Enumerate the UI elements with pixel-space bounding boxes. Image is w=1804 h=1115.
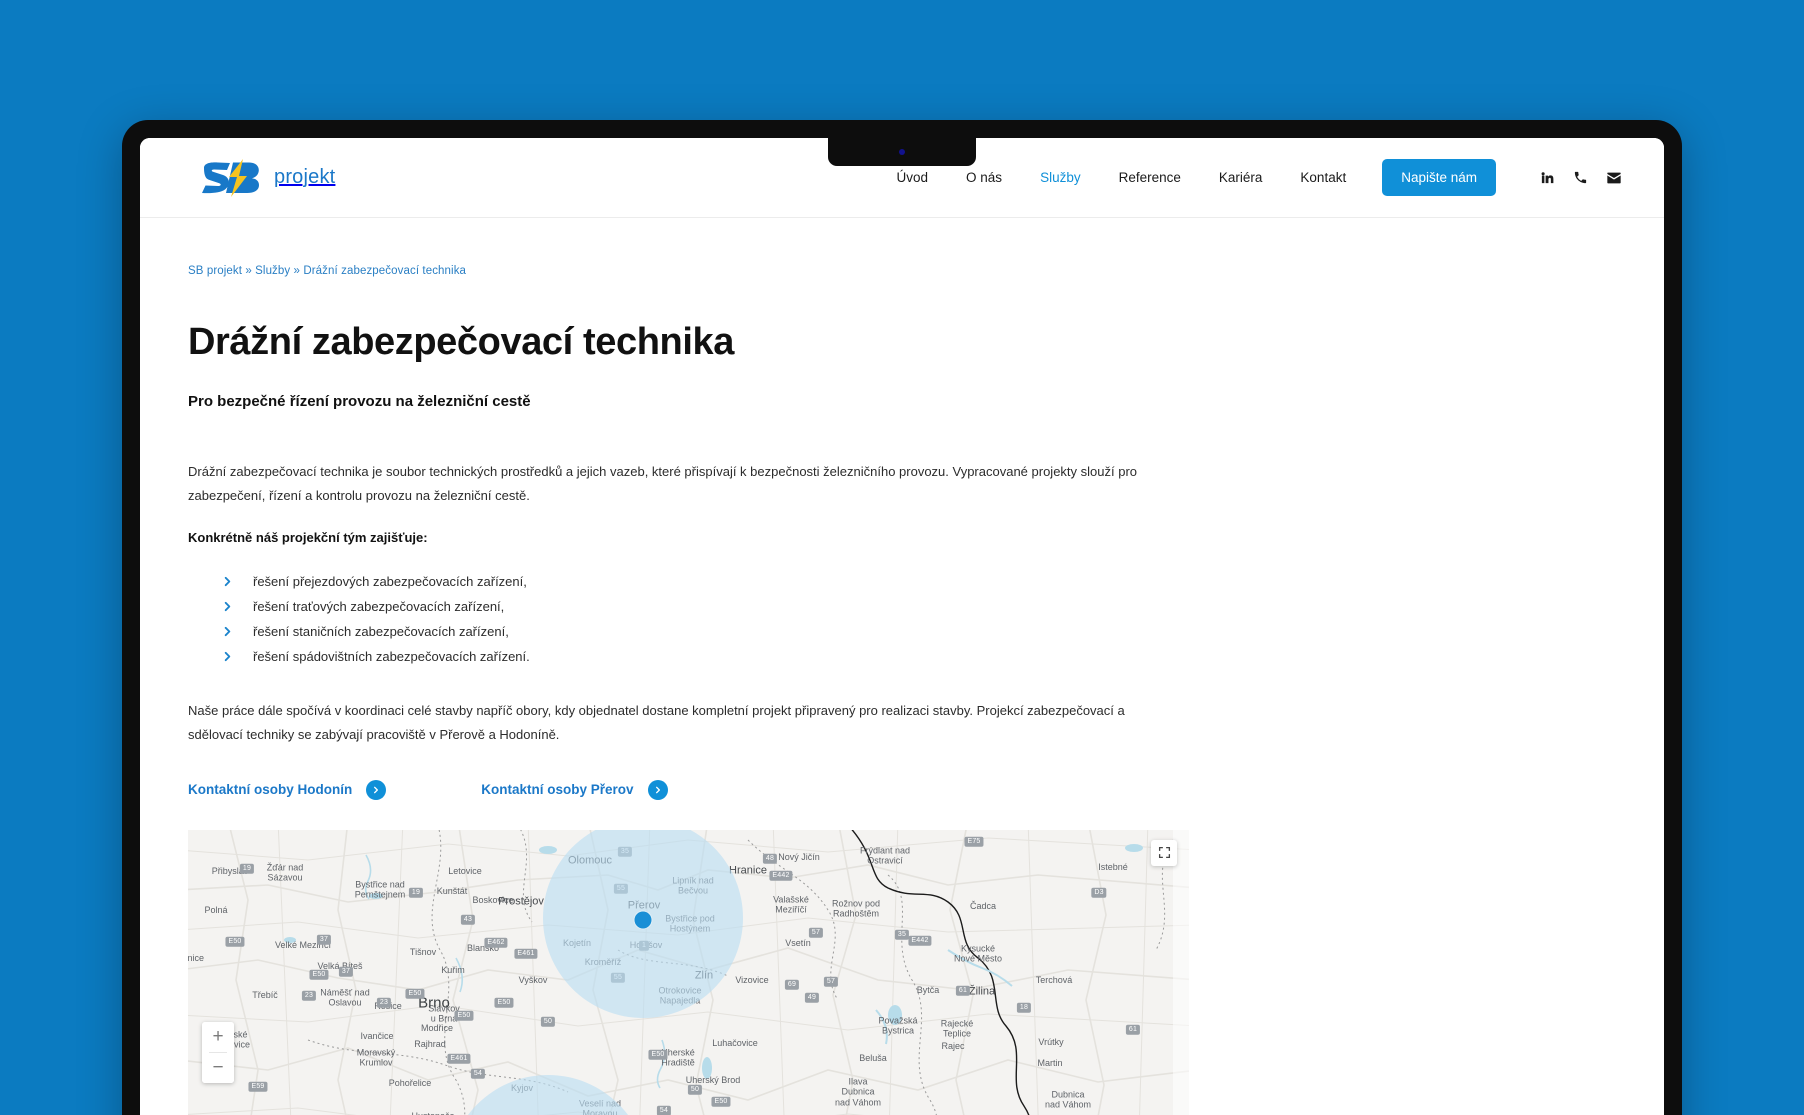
map-road-shield: E462 <box>484 937 508 949</box>
map-road-shield: E50 <box>309 969 329 981</box>
map-road-shield: 18 <box>1016 1002 1032 1014</box>
list-item: řešení přejezdových zabezpečovacích zaří… <box>222 569 1198 594</box>
map-road-shield: E442 <box>769 870 793 882</box>
map-road-shield: 48 <box>762 853 778 865</box>
laptop-mockup: projekt Úvod O nás Služby Reference Kari… <box>122 120 1682 1115</box>
map-road-shield: E50 <box>494 997 514 1009</box>
contact-us-button[interactable]: Napište nám <box>1382 159 1496 196</box>
list-item-label: řešení traťových zabezpečovacích zařízen… <box>253 598 505 614</box>
main-navigation: Úvod O nás Služby Reference Kariéra Kont… <box>897 170 1347 185</box>
chevron-right-icon <box>222 601 233 612</box>
logo-sb-icon <box>202 158 259 197</box>
map-road-shield: 61 <box>1125 1024 1141 1036</box>
chevron-right-icon <box>222 576 233 587</box>
map-road-shield: E75 <box>964 836 984 848</box>
contact-links-row: Kontaktní osoby Hodonín Kontaktní osoby … <box>188 779 1198 800</box>
map-road-shield: E50 <box>711 1096 731 1108</box>
list-item: řešení staničních zabezpečovacích zaříze… <box>222 619 1198 644</box>
map-road-shield: 61 <box>955 985 971 997</box>
contact-persons-hodonin-link[interactable]: Kontaktní osoby Hodonín <box>188 779 387 800</box>
contact-persons-hodonin-label: Kontaktní osoby Hodonín <box>188 782 353 798</box>
nav-item-uvod[interactable]: Úvod <box>897 170 929 185</box>
camera-icon <box>899 149 905 155</box>
map-road-shield: 54 <box>656 1105 672 1115</box>
nav-item-kariera[interactable]: Kariéra <box>1219 170 1263 185</box>
map-road-shield: 37 <box>338 966 354 978</box>
chevron-right-icon <box>222 626 233 637</box>
map-road-shield: 23 <box>376 997 392 1009</box>
map-road-shield: E50 <box>648 1049 668 1061</box>
intro-paragraph: Drážní zabezpečovací technika je soubor … <box>188 463 1138 503</box>
services-list: řešení přejezdových zabezpečovacích zaří… <box>188 569 1198 669</box>
map-road-shield: 43 <box>460 914 476 926</box>
contact-persons-prerov-label: Kontaktní osoby Přerov <box>481 782 634 798</box>
map-road-shield: 37 <box>316 934 332 946</box>
map-marker-prerov[interactable] <box>634 911 652 929</box>
nav-item-o-nas[interactable]: O nás <box>966 170 1002 185</box>
social-links <box>1540 170 1622 186</box>
breadcrumb: SB projekt » Služby » Drážní zabezpečova… <box>188 265 467 277</box>
email-icon[interactable] <box>1606 170 1622 186</box>
expand-icon <box>1158 847 1170 859</box>
logo-wordmark: projekt <box>274 166 336 188</box>
nav-item-sluzby[interactable]: Služby <box>1040 170 1081 185</box>
list-item-label: řešení přejezdových zabezpečovacích zaří… <box>253 573 527 589</box>
phone-icon[interactable] <box>1573 170 1588 185</box>
map-road-shield: 50 <box>540 1016 556 1028</box>
linkedin-icon[interactable] <box>1540 170 1555 185</box>
map-road-shield: D3 <box>1091 887 1107 899</box>
map-road-shield: 19 <box>408 887 424 899</box>
map-road-shield: 19 <box>239 863 255 875</box>
map-road-shield: E59 <box>248 1081 268 1093</box>
map-road-shield: E442 <box>908 935 932 947</box>
webpage: projekt Úvod O nás Služby Reference Kari… <box>140 138 1664 1115</box>
map-fullscreen-button[interactable] <box>1151 839 1177 866</box>
nav-item-reference[interactable]: Reference <box>1119 170 1181 185</box>
map-road-shield: 57 <box>823 976 839 988</box>
map-road-shield: 69 <box>784 979 800 991</box>
list-item-label: řešení spádovištních zabezpečovacích zař… <box>253 648 530 664</box>
site-logo[interactable]: projekt <box>196 158 336 197</box>
map-zoom-controls: + − <box>202 1021 234 1083</box>
map-road-shield: 35 <box>894 929 910 941</box>
main-content: SB projekt » Služby » Drážní zabezpečova… <box>140 265 1664 1115</box>
laptop-screen: projekt Úvod O nás Služby Reference Kari… <box>140 138 1664 1115</box>
map-zoom-in-button[interactable]: + <box>202 1021 234 1052</box>
chevron-right-icon <box>222 651 233 662</box>
map-road-shield: 57 <box>808 927 824 939</box>
list-lead-in: Konkrétně náš projekční tým zajišťuje: <box>188 529 428 545</box>
chevron-right-icon <box>366 779 387 800</box>
list-item: řešení spádovištních zabezpečovacích zař… <box>222 644 1198 669</box>
page-subtitle: Pro bezpečné řízení provozu na železničn… <box>188 392 531 410</box>
contact-persons-prerov-link[interactable]: Kontaktní osoby Přerov <box>481 779 668 800</box>
map-road-shield: 50 <box>687 1084 703 1096</box>
map-road-shield: E461 <box>447 1053 471 1065</box>
map-road-shield: E50 <box>225 936 245 948</box>
map-road-shield: E461 <box>514 948 538 960</box>
list-item: řešení traťových zabezpečovacích zařízen… <box>222 594 1198 619</box>
closing-paragraph: Naše práce dále spočívá v koordinaci cel… <box>188 702 1125 742</box>
list-item-label: řešení staničních zabezpečovacích zaříze… <box>253 623 509 639</box>
page-title: Drážní zabezpečovací technika <box>188 321 734 363</box>
location-map[interactable]: OlomoucPřerovHraniceLipník nad BečvouPro… <box>188 829 1189 1115</box>
map-road-shield: 49 <box>804 992 820 1004</box>
laptop-notch <box>828 138 976 166</box>
map-road-shield: E50 <box>405 988 425 1000</box>
map-road-shield: 23 <box>301 990 317 1002</box>
map-road-shield: 54 <box>470 1068 486 1080</box>
map-road-shield: E50 <box>454 1010 474 1022</box>
map-zoom-out-button[interactable]: − <box>202 1052 234 1083</box>
nav-item-kontakt[interactable]: Kontakt <box>1300 170 1346 185</box>
chevron-right-icon <box>647 779 668 800</box>
